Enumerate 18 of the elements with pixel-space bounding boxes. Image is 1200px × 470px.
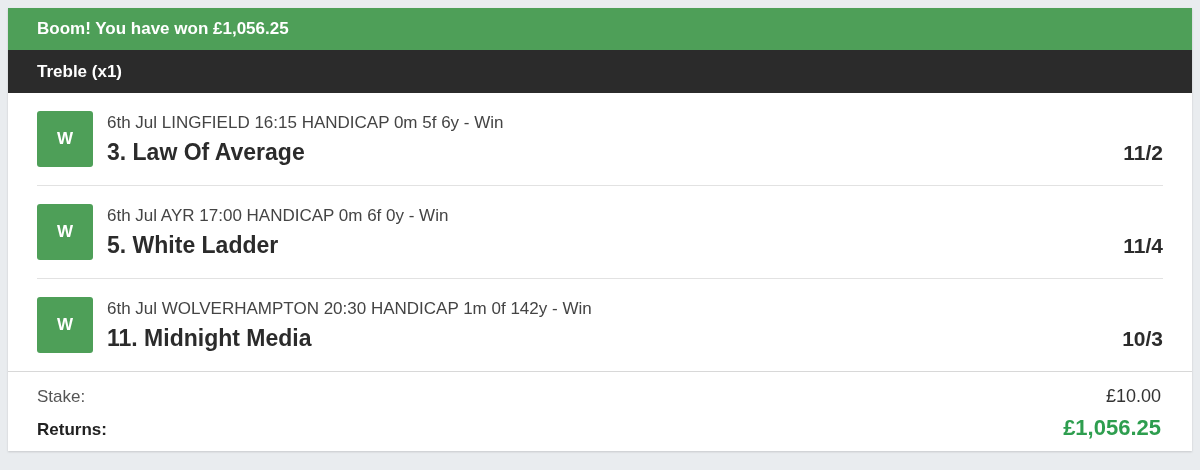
selection-name: 3. Law Of Average — [107, 138, 305, 166]
selection-name: 5. White Ladder — [107, 231, 279, 259]
event-details: 6th Jul WOLVERHAMPTON 20:30 HANDICAP 1m 0f 142y - Win — [107, 298, 593, 319]
result-badge: W — [37, 111, 93, 167]
bet-type-header: Treble (x1) — [8, 50, 1192, 93]
event-details: 6th Jul AYR 17:00 HANDICAP 0m 6f 0y - Win — [107, 205, 450, 226]
odds: 11/4 — [1123, 233, 1163, 258]
stake-amount: £10.00 — [1105, 386, 1161, 407]
result-badge: W — [37, 297, 93, 353]
returns-amount: £1,056.25 — [1063, 415, 1161, 441]
selection-name: 11. Midnight Media — [107, 324, 312, 352]
event-details: 6th Jul LINGFIELD 16:15 HANDICAP 0m 5f 6y - Win — [107, 112, 505, 133]
win-banner: Boom! You have won £1,056.25 — [8, 8, 1192, 50]
returns-label: Returns: — [37, 420, 107, 440]
stake-label: Stake: — [37, 387, 86, 407]
odds: 11/2 — [1123, 140, 1163, 165]
result-badge: W — [37, 204, 93, 260]
odds: 10/3 — [1122, 326, 1163, 351]
